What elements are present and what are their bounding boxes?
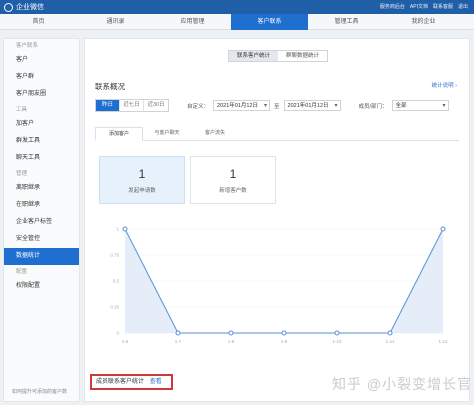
end-date-select[interactable]: 2021年01月12日 (283, 100, 341, 111)
sidebar-item-customers[interactable]: 客户 (4, 52, 79, 69)
tab-chat-with-customer[interactable]: 与客户聊天 (143, 127, 191, 141)
sidebar-item-mass-send[interactable]: 群发工具 (4, 133, 79, 150)
brand-name: 企业微信 (16, 4, 44, 11)
metric-card-applications[interactable]: 1 发起申请数 (99, 156, 185, 204)
chevron-right-icon: › (455, 83, 457, 89)
top-link-api-docs[interactable]: API文档 (410, 3, 428, 10)
tab-add-customer[interactable]: 添加客户 (95, 127, 143, 141)
sidebar-item-add-customer[interactable]: 加客户 (4, 116, 79, 133)
metric-label: 发起申请数 (128, 188, 156, 194)
sidebar-group-title: 管理 (16, 171, 28, 177)
metric-cards: 1 发起申请数 1 新增客户数 (99, 156, 276, 204)
sidebar-item-active-inherit[interactable]: 在职继承 (4, 197, 79, 214)
tab-customer-churn[interactable]: 客户流失 (191, 127, 239, 141)
sidebar-group-title: 工具 (16, 107, 28, 113)
x-tick-label: 1-11 (386, 339, 395, 344)
range-yesterday[interactable]: 昨日 (96, 100, 120, 111)
sidebar-item-statistics[interactable]: 数据统计 (4, 248, 79, 265)
top-links: 服务商后台 API文档 联系客服 退出 (380, 3, 468, 10)
view-link[interactable]: 查看 (150, 379, 162, 385)
data-point (387, 330, 393, 336)
page-title: 联系概况 (95, 82, 125, 91)
filter-bar: 昨日 近七日 近30日 自定义： 2021年01月12日 至 2021年01月1… (95, 99, 449, 112)
range-7-days[interactable]: 近七日 (120, 100, 144, 111)
x-tick-label: 1-7 (175, 339, 182, 344)
sidebar-item-customer-groups[interactable]: 客户群 (4, 69, 79, 86)
sidebar-group-title: 客户联系 (16, 43, 39, 49)
metric-label: 新增客户数 (219, 188, 247, 194)
help-link-label: 统计说明 (431, 83, 454, 89)
sidebar-item-customer-tags[interactable]: 企业客户标签 (4, 214, 79, 231)
data-point (122, 226, 128, 232)
metric-card-new-customers[interactable]: 1 新增客户数 (190, 156, 276, 204)
x-tick-label: 1-10 (332, 339, 342, 344)
sidebar-footer-link[interactable]: 如何提升可添加的客户数 (12, 388, 67, 395)
metric-value: 1 (138, 167, 146, 181)
stats-type-switch: 联系客户统计 群聊数据统计 (228, 50, 329, 62)
date-range-buttons: 昨日 近七日 近30日 (95, 99, 169, 112)
nav-item-customer-contact[interactable]: 客户联系 (231, 14, 308, 30)
sidebar: 客户联系 客户 客户群 客户朋友圈 工具 加客户 群发工具 聊天工具 管理 离职… (3, 38, 80, 402)
custom-range-label: 自定义： (187, 103, 210, 110)
start-date-select[interactable]: 2021年01月12日 (213, 100, 271, 111)
x-tick-label: 1-9 (281, 339, 288, 344)
y-tick-label: 0.75 (110, 253, 119, 258)
nav-item-home[interactable]: 首页 (0, 14, 77, 30)
data-point (175, 330, 181, 336)
y-tick-label: 0.25 (110, 305, 119, 310)
nav-item-contacts[interactable]: 通讯录 (77, 14, 154, 30)
top-link-service-backend[interactable]: 服务商后台 (380, 3, 405, 10)
top-link-logout[interactable]: 退出 (458, 3, 468, 10)
nav-item-tools[interactable]: 管理工具 (308, 14, 385, 30)
sidebar-item-permissions[interactable]: 权限配置 (4, 278, 79, 295)
wecom-logo-icon (4, 2, 13, 12)
range-30-days[interactable]: 近30日 (144, 100, 168, 111)
member-select[interactable]: 全部 (391, 100, 449, 111)
tab-group-chat-stats[interactable]: 群聊数据统计 (278, 51, 328, 61)
metric-tabs: 添加客户 与客户聊天 客户流失 (95, 127, 459, 141)
x-tick-label: 1-12 (438, 339, 448, 344)
sidebar-item-resigned-inherit[interactable]: 离职继承 (4, 180, 79, 197)
range-separator: 至 (274, 103, 280, 110)
nav-item-my-company[interactable]: 我的企业 (385, 14, 462, 30)
sidebar-item-moments[interactable]: 客户朋友圈 (4, 86, 79, 103)
sidebar-item-chat-tools[interactable]: 聊天工具 (4, 150, 79, 167)
sidebar-group-title: 配置 (16, 269, 28, 275)
data-point (334, 330, 340, 336)
tab-customer-stats[interactable]: 联系客户统计 (229, 51, 279, 61)
member-stats-label: 成员联系客户统计 (96, 379, 145, 385)
member-stats-link: 成员联系客户统计 查看 (90, 374, 173, 390)
trend-chart: 1 0.75 0.5 0.25 01-6 1-7 1-8 1-9 1-10 1-11 1-12 (110, 226, 448, 344)
y-tick-label: 0 (116, 331, 119, 336)
x-tick-label: 1-8 (228, 339, 235, 344)
data-point (228, 330, 234, 336)
data-point (440, 226, 446, 232)
metric-value: 1 (229, 167, 237, 181)
y-tick-label: 0.5 (113, 279, 120, 284)
sidebar-item-security[interactable]: 安全管控 (4, 231, 79, 248)
main-nav: 首页 通讯录 应用管理 客户联系 管理工具 我的企业 (0, 14, 474, 30)
x-tick-label: 1-6 (122, 339, 129, 344)
data-point (281, 330, 287, 336)
nav-item-apps[interactable]: 应用管理 (154, 14, 231, 30)
top-bar: 企业微信 服务商后台 API文档 联系客服 退出 (0, 0, 474, 14)
help-link[interactable]: 统计说明 › (432, 81, 457, 89)
main-panel: 联系客户统计 群聊数据统计 联系概况 统计说明 › 昨日 近七日 近30日 自定… (84, 38, 470, 402)
y-tick-label: 1 (116, 227, 119, 232)
top-link-contact-support[interactable]: 联系客服 (433, 3, 453, 10)
watermark: 知乎 @小裂变增长官 (332, 376, 473, 392)
brand-logo[interactable]: 企业微信 (0, 2, 44, 12)
member-label: 成员/部门： (358, 103, 388, 110)
